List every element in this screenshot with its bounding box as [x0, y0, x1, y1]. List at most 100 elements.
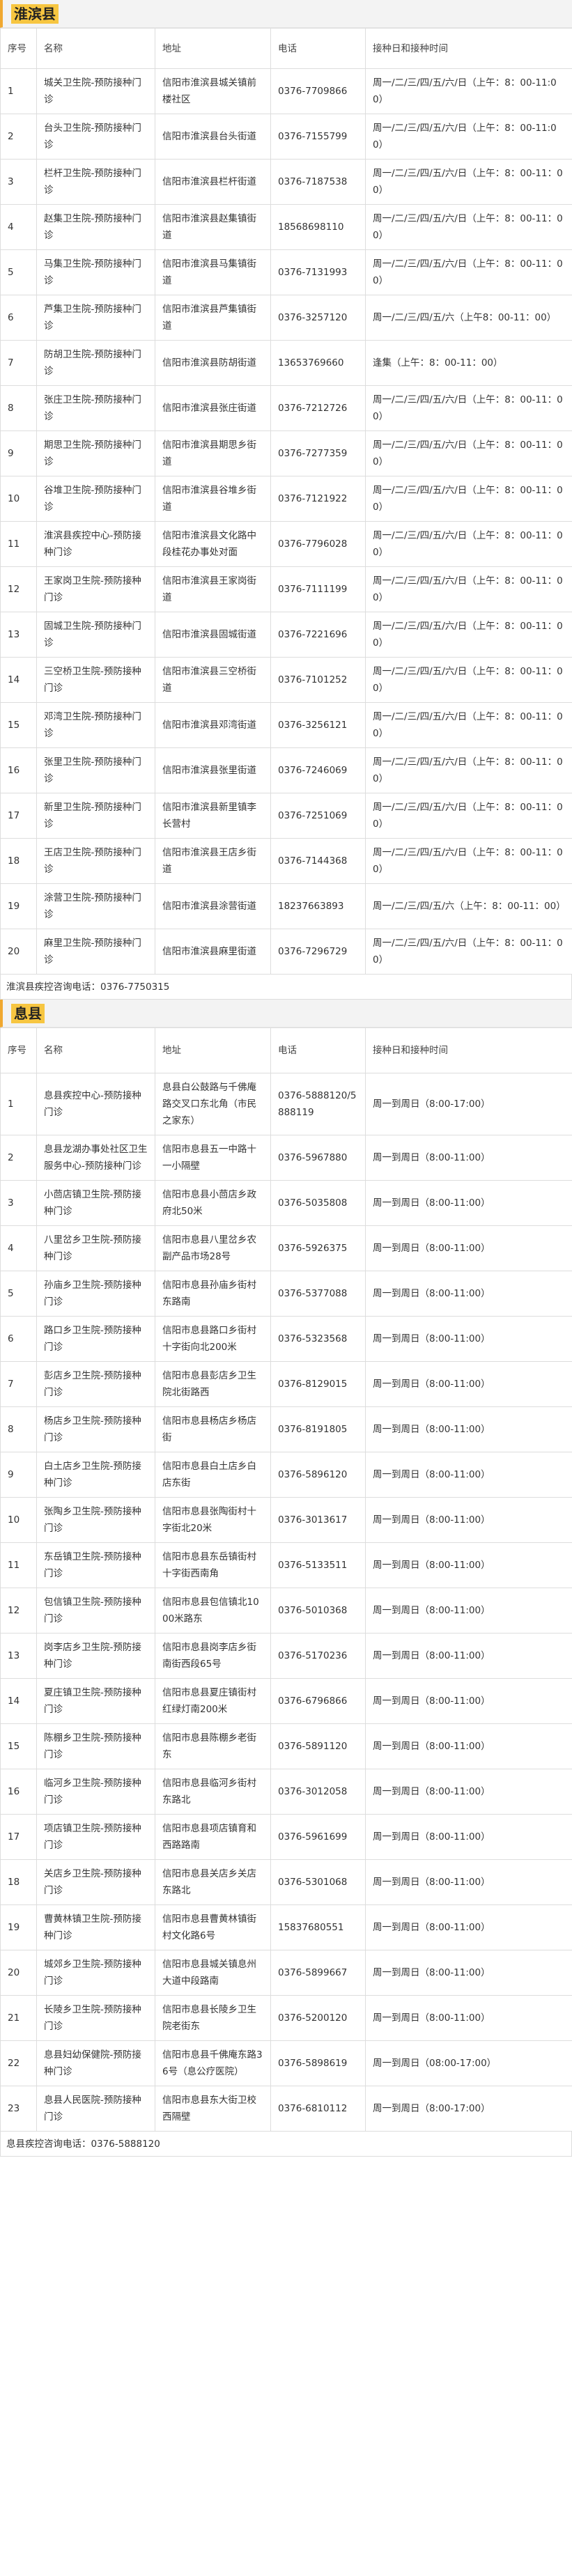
clinic-name: 息县人民医院-预防接种门诊 — [36, 2086, 155, 2132]
clinic-table: 序号 名称 地址 电话 接种日和接种时间 1 息县疾控中心-预防接种门诊 息县白公鼓路与千佛庵… — [0, 1027, 572, 2132]
clinic-name: 息县妇幼保健院-预防接种门诊 — [36, 2040, 155, 2086]
clinic-name: 张里卫生院-预防接种门诊 — [36, 747, 155, 793]
table-row: 16 张里卫生院-预防接种门诊 信阳市淮滨县张里街道 0376-7246069 周一/二… — [0, 747, 572, 793]
vaccination-hours: 周一到周日（8:00-11:00） — [365, 1859, 572, 1905]
row-number: 23 — [0, 2086, 37, 2132]
clinic-address: 信阳市淮滨县赵集镇街道 — [155, 204, 271, 250]
clinic-address: 信阳市息县包信镇北1000米路东 — [155, 1588, 271, 1634]
clinic-address: 信阳市息县五一中路十一小隔壁 — [155, 1135, 271, 1181]
clinic-phone: 0376-7246069 — [270, 747, 366, 793]
table-row: 5 马集卫生院-预防接种门诊 信阳市淮滨县马集镇街道 0376-7131993 周一/二… — [0, 249, 572, 295]
clinic-name: 淮滨县疾控中心-预防接种门诊 — [36, 521, 155, 567]
clinic-address: 信阳市息县陈棚乡老街东 — [155, 1723, 271, 1769]
vaccination-hours: 周一到周日（8:00-11:00） — [365, 1588, 572, 1634]
clinic-name: 麻里卫生院-预防接种门诊 — [36, 929, 155, 975]
clinic-name: 八里岔乡卫生院-预防接种门诊 — [36, 1225, 155, 1271]
clinic-name: 张庄卫生院-预防接种门诊 — [36, 385, 155, 431]
clinic-address: 信阳市淮滨县邓湾街道 — [155, 702, 271, 748]
vaccination-hours: 周一/二/三/四/五/六/日（上午：8：00-11：00） — [365, 430, 572, 476]
column-header: 接种日和接种时间 — [365, 1027, 572, 1073]
vaccination-hours: 周一/二/三/四/五/六/日（上午：8：00-11：00） — [365, 204, 572, 250]
row-number: 11 — [0, 1542, 37, 1588]
clinic-address: 信阳市息县张陶街村十字街北20米 — [155, 1497, 271, 1543]
clinic-phone: 0376-5301068 — [270, 1859, 366, 1905]
clinic-address: 信阳市息县八里岔乡农副产品市场28号 — [155, 1225, 271, 1271]
table-row: 6 芦集卫生院-预防接种门诊 信阳市淮滨县芦集镇街道 0376-3257120 周一/二… — [0, 295, 572, 341]
clinic-phone: 0376-8129015 — [270, 1361, 366, 1407]
column-header: 序号 — [0, 1027, 37, 1073]
table-row: 4 八里岔乡卫生院-预防接种门诊 信阳市息县八里岔乡农副产品市场28号 0376-59… — [0, 1225, 572, 1271]
clinic-phone: 0376-3013617 — [270, 1497, 366, 1543]
table-row: 3 小茴店镇卫生院-预防接种门诊 信阳市息县小茴店乡政府北50米 0376-50358… — [0, 1180, 572, 1226]
table-row: 9 白土店乡卫生院-预防接种门诊 信阳市息县白土店乡白店东街 0376-5896120… — [0, 1452, 572, 1498]
clinic-address: 信阳市息县东岳镇街村十字街西南角 — [155, 1542, 271, 1588]
clinic-address: 信阳市息县曹黄林镇街村文化路6号 — [155, 1904, 271, 1950]
clinic-address: 信阳市淮滨县防胡街道 — [155, 340, 271, 386]
row-number: 3 — [0, 159, 37, 205]
table-row: 8 杨店乡卫生院-预防接种门诊 信阳市息县杨店乡杨店街 0376-8191805 周一到… — [0, 1406, 572, 1452]
clinic-phone: 0376-5896120 — [270, 1452, 366, 1498]
table-row: 1 城关卫生院-预防接种门诊 信阳市淮滨县城关镇前楼社区 0376-7709866 周一… — [0, 68, 572, 114]
vaccination-hours: 周一/二/三/四/五/六/日（上午：8：00-11：00） — [365, 929, 572, 975]
row-number: 2 — [0, 1135, 37, 1181]
table-row: 14 夏庄镇卫生院-预防接种门诊 信阳市息县夏庄镇街村红绿灯南200米 0376-67… — [0, 1678, 572, 1724]
clinic-address: 信阳市息县千佛庵东路36号（息公疗医院） — [155, 2040, 271, 2086]
vaccination-hours: 周一到周日（8:00-11:00） — [365, 1316, 572, 1362]
clinic-address: 信阳市息县杨店乡杨店街 — [155, 1406, 271, 1452]
clinic-phone: 0376-7709866 — [270, 68, 366, 114]
clinic-name: 小茴店镇卫生院-预防接种门诊 — [36, 1180, 155, 1226]
table-row: 15 陈棚乡卫生院-预防接种门诊 信阳市息县陈棚乡老街东 0376-5891120 周一… — [0, 1723, 572, 1769]
clinic-address: 信阳市淮滨县王店乡街道 — [155, 838, 271, 884]
vaccination-hours: 周一/二/三/四/五/六/日（上午：8：00-11：00） — [365, 249, 572, 295]
table-row: 2 息县龙湖办事处社区卫生服务中心-预防接种门诊 信阳市息县五一中路十一小隔壁 037… — [0, 1135, 572, 1181]
clinic-name: 岗李店乡卫生院-预防接种门诊 — [36, 1633, 155, 1679]
clinic-phone: 0376-5010368 — [270, 1588, 366, 1634]
clinic-address: 信阳市淮滨县城关镇前楼社区 — [155, 68, 271, 114]
table-row: 10 张陶乡卫生院-预防接种门诊 信阳市息县张陶街村十字街北20米 0376-3013… — [0, 1497, 572, 1543]
table-row: 17 新里卫生院-预防接种门诊 信阳市淮滨县新里镇李长营村 0376-7251069 周… — [0, 793, 572, 839]
clinic-name: 彭店乡卫生院-预防接种门诊 — [36, 1361, 155, 1407]
clinic-address: 信阳市淮滨县马集镇街道 — [155, 249, 271, 295]
clinic-name: 谷堆卫生院-预防接种门诊 — [36, 476, 155, 522]
table-row: 16 临河乡卫生院-预防接种门诊 信阳市息县临河乡街村东路北 0376-3012058… — [0, 1769, 572, 1815]
vaccination-hours: 周一到周日（8:00-11:00） — [365, 1904, 572, 1950]
table-row: 20 城郊乡卫生院-预防接种门诊 信阳市息县城关镇息州大道中段路南 0376-5899… — [0, 1950, 572, 1996]
clinic-address: 信阳市淮滨县台头街道 — [155, 114, 271, 160]
vaccination-hours: 周一到周日（8:00-11:00） — [365, 1497, 572, 1543]
clinic-phone: 0376-7277359 — [270, 430, 366, 476]
clinic-address: 信阳市息县夏庄镇街村红绿灯南200米 — [155, 1678, 271, 1724]
clinic-phone: 0376-7121922 — [270, 476, 366, 522]
clinic-address: 信阳市息县彭店乡卫生院北街路西 — [155, 1361, 271, 1407]
clinic-phone: 0376-7155799 — [270, 114, 366, 160]
vaccination-hours: 周一/二/三/四/五/六/日（上午：8：00-11：00） — [365, 657, 572, 703]
section-title: 息县 — [0, 1000, 572, 1027]
clinic-phone: 0376-3256121 — [270, 702, 366, 748]
clinic-phone: 0376-5899667 — [270, 1950, 366, 1996]
clinic-phone: 0376-5926375 — [270, 1225, 366, 1271]
clinic-address: 信阳市息县岗李店乡街南街西段65号 — [155, 1633, 271, 1679]
table-row: 18 关店乡卫生院-预防接种门诊 信阳市息县关店乡关店东路北 0376-5301068… — [0, 1859, 572, 1905]
vaccination-hours: 周一到周日（8:00-11:00） — [365, 1995, 572, 2041]
clinic-name: 王家岗卫生院-预防接种门诊 — [36, 566, 155, 612]
table-row: 10 谷堆卫生院-预防接种门诊 信阳市淮滨县谷堆乡街道 0376-7121922 周一/… — [0, 476, 572, 522]
table-row: 13 固城卫生院-预防接种门诊 信阳市淮滨县固城街道 0376-7221696 周一/二… — [0, 612, 572, 658]
row-number: 4 — [0, 204, 37, 250]
row-number: 19 — [0, 883, 37, 929]
row-number: 12 — [0, 566, 37, 612]
clinic-name: 东岳镇卫生院-预防接种门诊 — [36, 1542, 155, 1588]
vaccination-hours: 周一到周日（8:00-17:00） — [365, 2086, 572, 2132]
clinic-phone: 18568698110 — [270, 204, 366, 250]
clinic-address: 信阳市淮滨县涂营街道 — [155, 883, 271, 929]
table-row: 6 路口乡卫生院-预防接种门诊 信阳市息县路口乡街村十字街向北200米 0376-53… — [0, 1316, 572, 1362]
clinic-phone: 0376-5377088 — [270, 1271, 366, 1317]
clinic-name: 三空桥卫生院-预防接种门诊 — [36, 657, 155, 703]
hotline-note: 息县疾控咨询电话：0376-5888120 — [0, 2132, 572, 2157]
vaccination-hours: 周一到周日（8:00-11:00） — [365, 1225, 572, 1271]
table-row: 9 期思卫生院-预防接种门诊 信阳市淮滨县期思乡街道 0376-7277359 周一/二… — [0, 430, 572, 476]
row-number: 15 — [0, 1723, 37, 1769]
row-number: 12 — [0, 1588, 37, 1634]
clinic-phone: 0376-7144368 — [270, 838, 366, 884]
row-number: 20 — [0, 1950, 37, 1996]
clinic-name: 白土店乡卫生院-预防接种门诊 — [36, 1452, 155, 1498]
clinic-address: 信阳市淮滨县张里街道 — [155, 747, 271, 793]
